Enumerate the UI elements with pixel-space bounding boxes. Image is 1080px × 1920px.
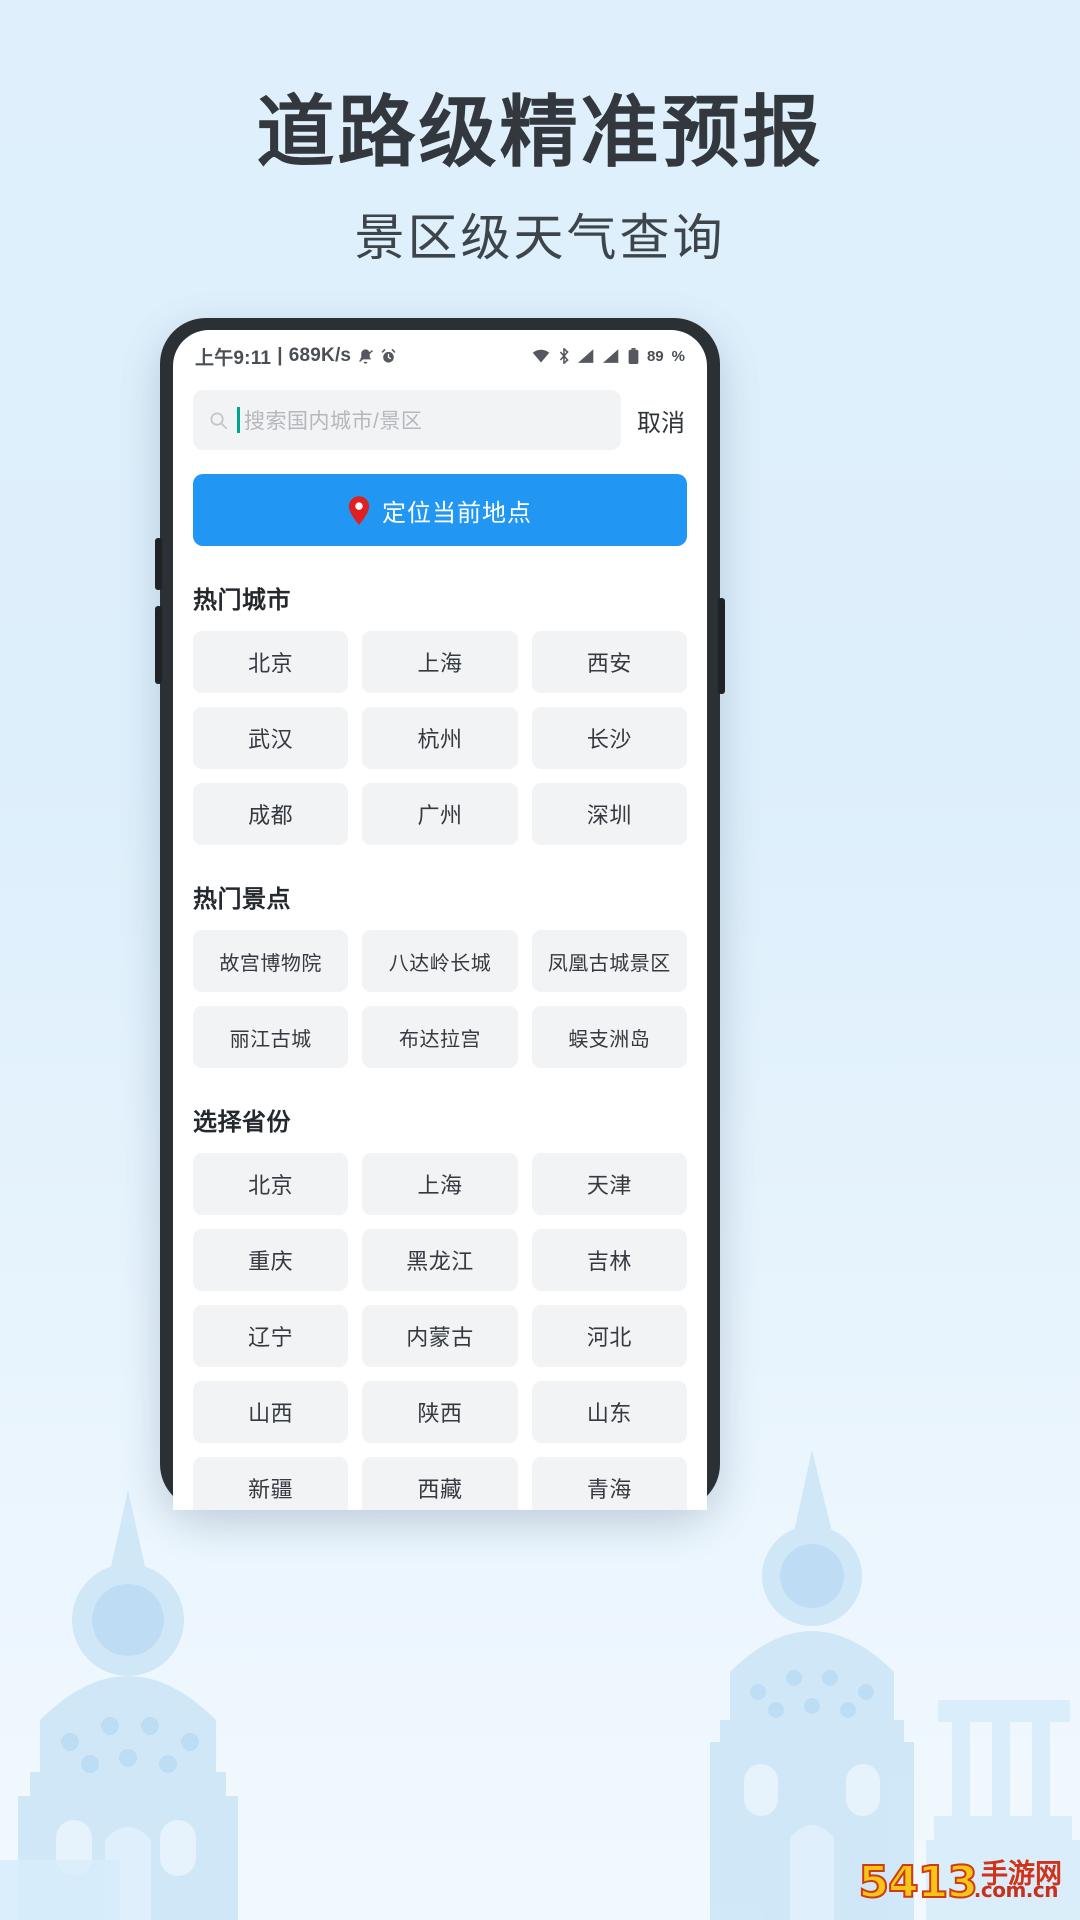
province-chip[interactable]: 吉林	[531, 1229, 687, 1291]
watermark-number: 5413	[858, 1857, 979, 1909]
hot-city-chip[interactable]: 武汉	[193, 707, 349, 769]
power-button[interactable]	[718, 598, 725, 694]
status-time: 上午9:11	[195, 347, 272, 369]
province-chip[interactable]: 黑龙江	[362, 1229, 518, 1291]
province-chip[interactable]: 青海	[531, 1457, 687, 1510]
hot-spot-chip[interactable]: 蜈支洲岛	[531, 1006, 687, 1068]
hot-spot-chip[interactable]: 八达岭长城	[362, 930, 518, 992]
hot-spot-chip[interactable]: 布达拉宫	[362, 1006, 518, 1068]
promo-headings: 道路级精准预报 景区级天气查询	[0, 0, 1080, 270]
hot-city-chip[interactable]: 杭州	[362, 707, 518, 769]
hot-city-chip[interactable]: 广州	[362, 783, 518, 845]
province-chip[interactable]: 辽宁	[193, 1305, 349, 1367]
mute-bell-icon	[357, 348, 374, 365]
status-bar-left: 上午9:11 | 689K/s	[195, 343, 532, 370]
page-subtitle: 景区级天气查询	[354, 209, 726, 266]
volume-down-button[interactable]	[155, 606, 162, 684]
hot-city-chip[interactable]: 深圳	[531, 783, 687, 845]
status-separator: |	[277, 345, 283, 366]
locate-button-label: 定位当前地点	[382, 499, 532, 527]
page-title: 道路级精准预报	[256, 88, 824, 176]
hot-spot-chip[interactable]: 凤凰古城景区	[531, 930, 687, 992]
wifi-icon	[532, 349, 550, 364]
province-chip[interactable]: 山东	[531, 1381, 687, 1443]
province-chip[interactable]: 河北	[531, 1305, 687, 1367]
hot-spot-chip[interactable]: 故宫博物院	[193, 930, 349, 992]
hot-spots-title: 热门景点	[193, 886, 291, 913]
site-watermark: 5413 手游网 .com.cn	[858, 1857, 1062, 1909]
province-chip[interactable]: 陕西	[362, 1381, 518, 1443]
province-chip[interactable]: 内蒙古	[362, 1305, 518, 1367]
search-placeholder: 搜索国内城市/景区	[244, 410, 423, 433]
hot-cities-grid: 北京 上海 西安 武汉 杭州 长沙 成都 广州 深圳	[173, 621, 707, 845]
hot-city-chip[interactable]: 北京	[193, 631, 349, 693]
hot-city-chip[interactable]: 西安	[531, 631, 687, 693]
hot-city-chip[interactable]: 长沙	[531, 707, 687, 769]
province-chip[interactable]: 重庆	[193, 1229, 349, 1291]
hot-city-chip[interactable]: 上海	[362, 631, 518, 693]
locate-button-wrap: 定位当前地点	[173, 464, 707, 546]
phone-mockup: 上午9:11 | 689K/s 89 % 搜索国内城市/景区 取消 定位当前地点…	[155, 318, 725, 1510]
alarm-clock-icon	[380, 348, 397, 365]
province-chip[interactable]: 西藏	[362, 1457, 518, 1510]
province-chip[interactable]: 北京	[193, 1153, 349, 1215]
search-input[interactable]: 搜索国内城市/景区	[193, 390, 621, 450]
battery-icon	[628, 348, 639, 364]
provinces-title: 选择省份	[193, 1109, 291, 1136]
status-bar-right: 89 %	[532, 348, 685, 365]
hot-city-chip[interactable]: 成都	[193, 783, 349, 845]
cancel-button[interactable]: 取消	[635, 399, 687, 442]
watermark-domain: .com.cn	[973, 1878, 1059, 1902]
status-bar: 上午9:11 | 689K/s 89 %	[173, 330, 707, 382]
province-chip[interactable]: 上海	[362, 1153, 518, 1215]
search-icon	[209, 411, 228, 430]
volume-up-button[interactable]	[155, 538, 162, 590]
province-chip[interactable]: 山西	[193, 1381, 349, 1443]
province-chip[interactable]: 天津	[531, 1153, 687, 1215]
search-row: 搜索国内城市/景区 取消	[173, 382, 707, 464]
status-network-speed: 689K/s	[288, 345, 352, 366]
battery-unit: %	[671, 347, 685, 365]
province-chip[interactable]: 新疆	[193, 1457, 349, 1510]
provinces-grid: 北京 上海 天津 重庆 黑龙江 吉林 辽宁 内蒙古 河北 山西 陕西 山东 新疆…	[173, 1143, 707, 1510]
sim-signal-icon	[602, 348, 620, 364]
text-cursor	[237, 407, 240, 433]
phone-screen: 上午9:11 | 689K/s 89 % 搜索国内城市/景区 取消 定位当前地点…	[173, 330, 707, 1510]
signal-bars-icon	[577, 348, 595, 364]
battery-level: 89	[646, 347, 664, 365]
bluetooth-icon	[558, 348, 570, 364]
hot-spots-grid: 故宫博物院 八达岭长城 凤凰古城景区 丽江古城 布达拉宫 蜈支洲岛	[173, 920, 707, 1068]
hot-cities-title: 热门城市	[193, 587, 291, 614]
map-pin-icon	[348, 495, 370, 525]
locate-current-position-button[interactable]: 定位当前地点	[193, 474, 687, 546]
hot-spot-chip[interactable]: 丽江古城	[193, 1006, 349, 1068]
